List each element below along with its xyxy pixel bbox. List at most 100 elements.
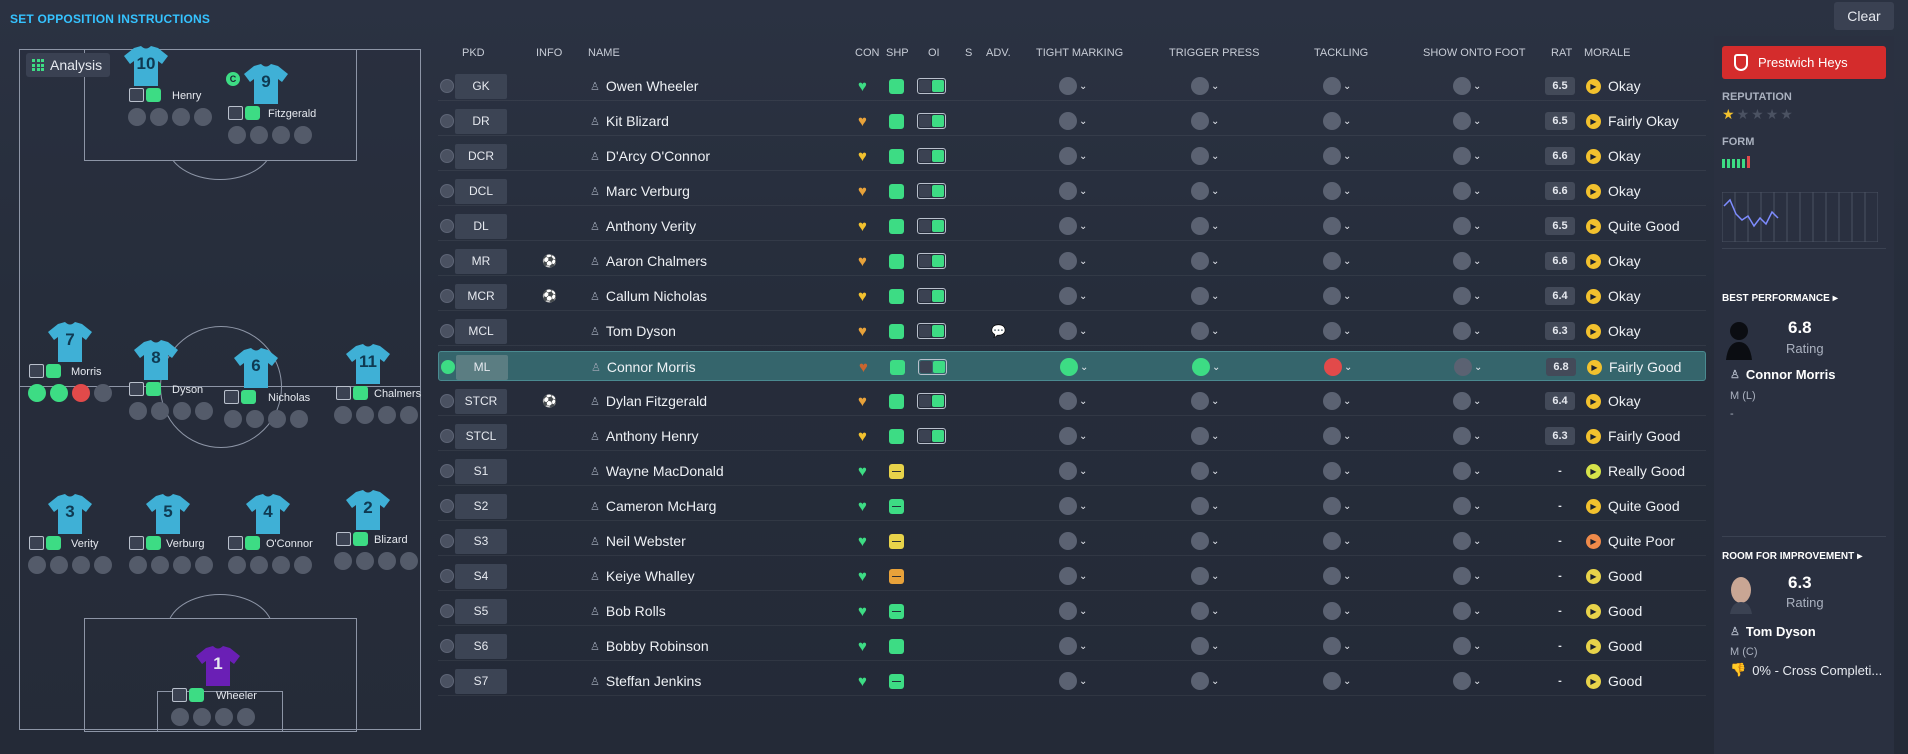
trigger-press-dropdown[interactable]: ⌄	[1191, 602, 1219, 620]
player-name-link[interactable]: Marc Verburg	[606, 183, 690, 199]
player-name-link[interactable]: D'Arcy O'Connor	[606, 148, 710, 164]
trigger-press-dropdown[interactable]: ⌄	[1191, 112, 1219, 130]
show-onto-foot-dropdown[interactable]: ⌄	[1453, 462, 1481, 480]
player-name-link[interactable]: Dylan Fitzgerald	[606, 393, 707, 409]
pitch-player-chalmers[interactable]: 11 Chalmers	[326, 340, 436, 450]
trigger-press-dropdown[interactable]: ⌄	[1191, 392, 1219, 410]
show-onto-foot-dropdown[interactable]: ⌄	[1453, 497, 1481, 515]
opposition-instruction-indicator[interactable]	[918, 359, 947, 375]
col-shp[interactable]: SHP	[886, 47, 909, 59]
table-row[interactable]: GK ♙ Owen Wheeler ♥ ⌄ ⌄ ⌄ ⌄ 6.5 ▶ Okay	[438, 71, 1706, 101]
tight-marking-dropdown[interactable]: ⌄	[1059, 287, 1087, 305]
table-row[interactable]: S4 ♙ Keiye Whalley ♥ — ⌄ ⌄ ⌄ ⌄ - ▶ Good	[438, 561, 1706, 591]
show-onto-foot-dropdown[interactable]: ⌄	[1453, 392, 1481, 410]
player-name-link[interactable]: Wayne MacDonald	[606, 463, 724, 479]
tackling-dropdown[interactable]: ⌄	[1323, 392, 1351, 410]
tackling-dropdown[interactable]: ⌄	[1323, 567, 1351, 585]
select-checkbox[interactable]	[440, 394, 454, 408]
pitch-player-henry[interactable]: 10 Henry	[120, 42, 230, 152]
tight-marking-dropdown[interactable]: ⌄	[1059, 637, 1087, 655]
trigger-press-dropdown[interactable]: ⌄	[1191, 252, 1219, 270]
opposition-instruction-indicator[interactable]	[917, 323, 946, 339]
pitch-player-fitzgerald[interactable]: 9 C Fitzgerald	[226, 60, 340, 170]
tackling-dropdown[interactable]: ⌄	[1323, 77, 1351, 95]
select-checkbox[interactable]	[440, 324, 454, 338]
tackling-dropdown[interactable]: ⌄	[1324, 358, 1352, 376]
trigger-press-dropdown[interactable]: ⌄	[1192, 358, 1220, 376]
select-checkbox[interactable]	[440, 289, 454, 303]
select-checkbox[interactable]	[441, 360, 455, 374]
select-checkbox[interactable]	[440, 79, 454, 93]
player-name-link[interactable]: Connor Morris	[607, 359, 696, 375]
col-tackling[interactable]: TACKLING	[1314, 47, 1368, 59]
select-checkbox[interactable]	[440, 534, 454, 548]
opposition-instruction-indicator[interactable]	[917, 428, 946, 444]
select-checkbox[interactable]	[440, 149, 454, 163]
player-name-link[interactable]: Owen Wheeler	[606, 78, 699, 94]
tackling-dropdown[interactable]: ⌄	[1323, 252, 1351, 270]
table-row[interactable]: MCR ⚽ ♙ Callum Nicholas ♥ ⌄ ⌄ ⌄ ⌄ 6.4 ▶ Okay	[438, 281, 1706, 311]
show-onto-foot-dropdown[interactable]: ⌄	[1453, 182, 1481, 200]
analysis-button[interactable]: Analysis	[26, 53, 111, 77]
tight-marking-dropdown[interactable]: ⌄	[1059, 77, 1087, 95]
table-row[interactable]: DR ♙ Kit Blizard ♥ ⌄ ⌄ ⌄ ⌄ 6.5 ▶ Fairly Okay	[438, 106, 1706, 136]
player-name-link[interactable]: Bobby Robinson	[606, 638, 709, 654]
select-checkbox[interactable]	[440, 674, 454, 688]
improvement-player-link[interactable]: ♙ Tom Dyson	[1730, 624, 1816, 639]
trigger-press-dropdown[interactable]: ⌄	[1191, 427, 1219, 445]
opposition-instruction-indicator[interactable]	[917, 78, 946, 94]
tight-marking-dropdown[interactable]: ⌄	[1059, 532, 1087, 550]
select-checkbox[interactable]	[440, 464, 454, 478]
trigger-press-dropdown[interactable]: ⌄	[1191, 182, 1219, 200]
tight-marking-dropdown[interactable]: ⌄	[1059, 567, 1087, 585]
tight-marking-dropdown[interactable]: ⌄	[1059, 252, 1087, 270]
show-onto-foot-dropdown[interactable]: ⌄	[1453, 252, 1481, 270]
tight-marking-dropdown[interactable]: ⌄	[1059, 497, 1087, 515]
table-row[interactable]: S6 ♙ Bobby Robinson ♥ ⌄ ⌄ ⌄ ⌄ - ▶ Good	[438, 631, 1706, 661]
show-onto-foot-dropdown[interactable]: ⌄	[1453, 147, 1481, 165]
table-row[interactable]: STCL ♙ Anthony Henry ♥ ⌄ ⌄ ⌄ ⌄ 6.3 ▶ Fairly Good	[438, 421, 1706, 451]
tight-marking-dropdown[interactable]: ⌄	[1060, 358, 1088, 376]
trigger-press-dropdown[interactable]: ⌄	[1191, 77, 1219, 95]
pitch-player-blizard[interactable]: 2 Blizard	[326, 486, 436, 596]
tackling-dropdown[interactable]: ⌄	[1323, 462, 1351, 480]
col-tight-marking[interactable]: TIGHT MARKING	[1036, 47, 1123, 59]
select-checkbox[interactable]	[440, 569, 454, 583]
tight-marking-dropdown[interactable]: ⌄	[1059, 322, 1087, 340]
show-onto-foot-dropdown[interactable]: ⌄	[1453, 112, 1481, 130]
trigger-press-dropdown[interactable]: ⌄	[1191, 497, 1219, 515]
pitch-player-verburg[interactable]: 5 Verburg	[126, 490, 236, 600]
player-name-link[interactable]: Kit Blizard	[606, 113, 669, 129]
col-pkd[interactable]: PKD	[462, 47, 485, 59]
opposition-instruction-indicator[interactable]	[917, 393, 946, 409]
col-show-onto-foot[interactable]: SHOW ONTO FOOT	[1423, 47, 1525, 59]
speech-bubble-icon[interactable]: 💬	[991, 324, 1006, 338]
tight-marking-dropdown[interactable]: ⌄	[1059, 217, 1087, 235]
player-name-link[interactable]: Callum Nicholas	[606, 288, 707, 304]
table-row[interactable]: ML ♙ Connor Morris ♥ ⌄ ⌄ ⌄ ⌄ 6.8 ▶ Fairly Good	[438, 351, 1706, 381]
player-name-link[interactable]: Tom Dyson	[606, 323, 676, 339]
player-name-link[interactable]: Steffan Jenkins	[606, 673, 701, 689]
trigger-press-dropdown[interactable]: ⌄	[1191, 637, 1219, 655]
col-morale[interactable]: MORALE	[1584, 47, 1630, 59]
show-onto-foot-dropdown[interactable]: ⌄	[1453, 532, 1481, 550]
show-onto-foot-dropdown[interactable]: ⌄	[1453, 77, 1481, 95]
opposition-instruction-indicator[interactable]	[917, 253, 946, 269]
pitch-player-oconnor[interactable]: 4 O'Connor	[226, 490, 336, 600]
col-adv[interactable]: ADV.	[986, 47, 1011, 59]
trigger-press-dropdown[interactable]: ⌄	[1191, 287, 1219, 305]
tackling-dropdown[interactable]: ⌄	[1323, 182, 1351, 200]
player-name-link[interactable]: Anthony Verity	[606, 218, 696, 234]
show-onto-foot-dropdown[interactable]: ⌄	[1453, 217, 1481, 235]
pitch-player-dyson[interactable]: 8 Dyson	[126, 336, 236, 446]
best-player-link[interactable]: ♙ Connor Morris	[1730, 367, 1835, 382]
pitch-player-nicholas[interactable]: 6 Nicholas	[224, 344, 336, 454]
player-name-link[interactable]: Anthony Henry	[606, 428, 699, 444]
table-row[interactable]: DCR ♙ D'Arcy O'Connor ♥ ⌄ ⌄ ⌄ ⌄ 6.6 ▶ Okay	[438, 141, 1706, 171]
col-info[interactable]: INFO	[536, 47, 562, 59]
show-onto-foot-dropdown[interactable]: ⌄	[1454, 358, 1482, 376]
table-row[interactable]: S1 ♙ Wayne MacDonald ♥ — ⌄ ⌄ ⌄ ⌄ - ▶ Really Good	[438, 456, 1706, 486]
select-checkbox[interactable]	[440, 499, 454, 513]
show-onto-foot-dropdown[interactable]: ⌄	[1453, 427, 1481, 445]
show-onto-foot-dropdown[interactable]: ⌄	[1453, 287, 1481, 305]
